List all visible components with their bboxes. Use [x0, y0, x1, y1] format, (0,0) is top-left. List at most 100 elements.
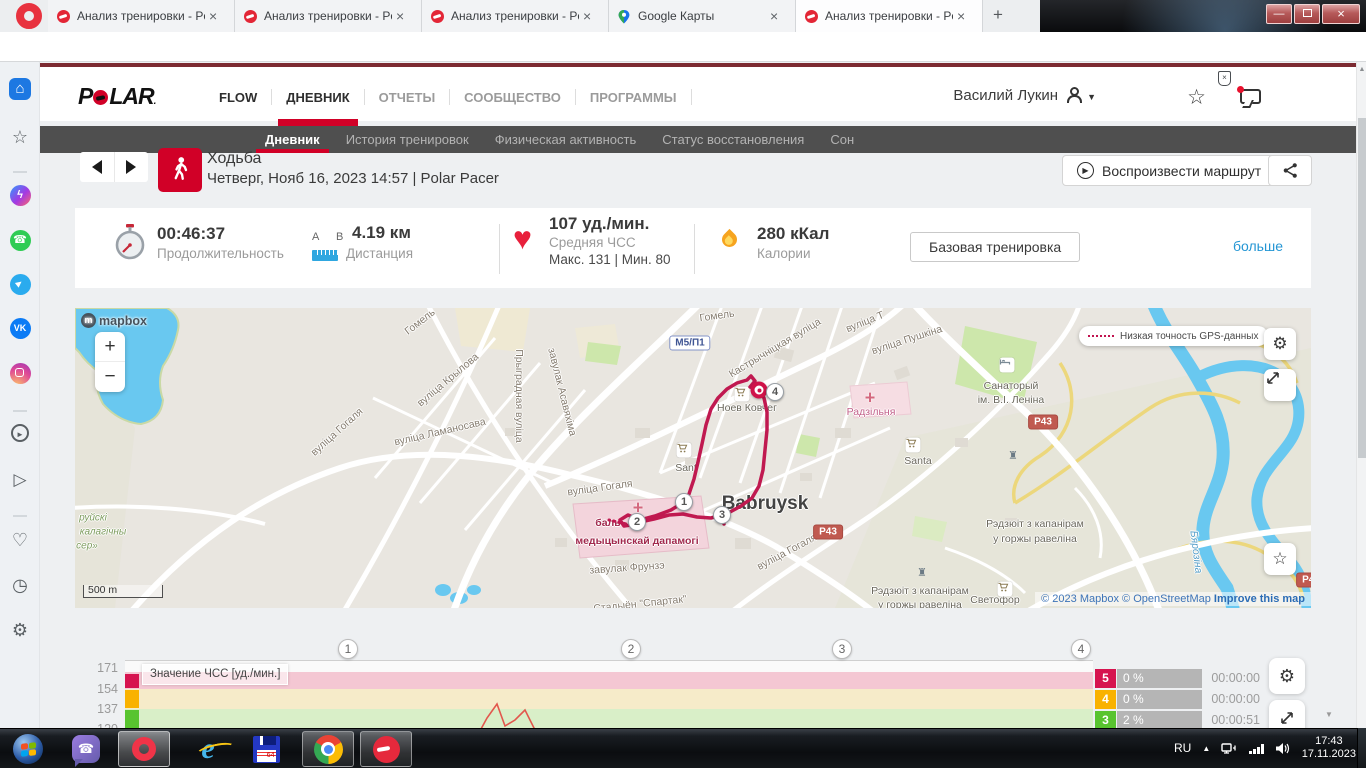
more-link[interactable]: больше: [1233, 238, 1283, 254]
subnav-item[interactable]: Статус восстановления: [649, 126, 817, 153]
prev-session-button[interactable]: [80, 152, 115, 182]
play-route-button[interactable]: ▶ Воспроизвести маршрут: [1062, 155, 1277, 186]
browser-tab[interactable]: Анализ тренировки - Pola×: [48, 0, 235, 32]
subnav-item[interactable]: Физическая активность: [482, 126, 650, 153]
start-button[interactable]: [8, 731, 48, 767]
sidebar-item-settings[interactable]: ⚙: [0, 619, 40, 641]
page-scrollbar[interactable]: ▲: [1356, 62, 1366, 728]
taskbar-floppy-app[interactable]: 64: [244, 731, 288, 767]
sidebar-item-my-flow[interactable]: ▷: [0, 469, 40, 491]
maximize-button[interactable]: [1294, 4, 1320, 24]
map-expand-button[interactable]: [1264, 369, 1296, 401]
browser-tab[interactable]: Google Карты ×: [609, 0, 796, 32]
scroll-up-arrow[interactable]: ▲: [1357, 66, 1366, 73]
polar-header: P LAR. FLOW ДНЕВНИК ОТЧЕТЫ СООБЩЕСТВО ПРОГРАМ…: [40, 67, 1356, 153]
sidebar-item-whatsapp[interactable]: ☎: [0, 230, 40, 251]
volume-icon[interactable]: [1275, 742, 1291, 755]
divider: [0, 507, 40, 525]
nav-item-программы[interactable]: ПРОГРАММЫ: [576, 90, 691, 105]
sidebar-item-bookmarks[interactable]: ☆: [0, 126, 40, 148]
nav-item-дневник[interactable]: ДНЕВНИК: [272, 90, 363, 128]
sidebar-item-player[interactable]: ►: [0, 424, 40, 442]
favorites-star-icon[interactable]: ☆: [1187, 85, 1206, 110]
messenger-icon: ϟ: [9, 185, 31, 206]
sidebar-item-history[interactable]: ◷: [0, 574, 40, 596]
sidebar-item-telegram[interactable]: ►: [0, 274, 40, 295]
network-plug-icon[interactable]: [1221, 742, 1238, 755]
tab-close-icon[interactable]: ×: [392, 1, 408, 31]
sidebar-item-favorites[interactable]: ♡: [0, 529, 40, 551]
polar-favicon: [805, 9, 818, 23]
polar-favicon: [57, 9, 70, 23]
collapse-arrow-icon[interactable]: ▼: [1325, 710, 1333, 719]
y-axis-tick: 171: [97, 661, 118, 675]
user-menu[interactable]: Василий Лукин ▼: [953, 87, 1096, 104]
mapbox-credit[interactable]: © 2023 Mapbox: [1041, 593, 1119, 605]
chart-settings-button[interactable]: ⚙: [1269, 658, 1305, 694]
subnav-item[interactable]: История тренировок: [333, 126, 482, 153]
flame-icon: [718, 228, 741, 251]
zoom-out-button[interactable]: −: [95, 362, 125, 392]
prev-icon: [91, 160, 102, 174]
history-icon: ◷: [12, 575, 28, 595]
browser-tab[interactable]: Анализ тренировки - Pola×: [796, 0, 983, 32]
subnav-item[interactable]: Дневник: [252, 126, 333, 153]
tray-clock[interactable]: 17:43 17.11.2023: [1302, 735, 1356, 761]
chart-expand-button[interactable]: [1269, 700, 1305, 728]
language-indicator[interactable]: RU: [1174, 741, 1191, 755]
tab-close-icon[interactable]: ×: [579, 1, 595, 31]
nav-item-отчеты[interactable]: ОТЧЕТЫ: [365, 90, 450, 105]
session-datetime: Четверг, Нояб 16, 2023 14:57 | Polar Pac…: [207, 170, 499, 187]
subnav-item[interactable]: Сон: [817, 126, 867, 153]
taskbar-viber[interactable]: ☎: [64, 731, 108, 767]
show-desktop-button[interactable]: [1357, 728, 1366, 768]
training-benefit-button[interactable]: Базовая тренировка: [910, 232, 1081, 262]
chevron-down-icon: ▼: [1087, 92, 1096, 102]
windows-logo-icon: [13, 734, 43, 764]
improve-map-link[interactable]: Improve this map: [1214, 593, 1305, 605]
mapbox-logo[interactable]: m mapbox: [81, 313, 147, 328]
scroll-thumb[interactable]: [1358, 118, 1366, 458]
route-end-marker: [750, 381, 768, 399]
tab-close-icon[interactable]: ×: [205, 1, 221, 31]
adblock-shield-icon[interactable]: ×: [1218, 71, 1231, 86]
taskbar-polar-flowsync[interactable]: [360, 731, 412, 767]
share-button[interactable]: [1268, 155, 1312, 186]
sidebar-item-messenger[interactable]: ϟ: [0, 185, 40, 206]
nav-item-flow[interactable]: FLOW: [205, 90, 271, 105]
divider: [694, 224, 695, 274]
tab-title: Анализ тренировки - Pola: [77, 9, 205, 23]
map-favorite-button[interactable]: ☆: [1264, 543, 1296, 575]
notifications-icon[interactable]: [1237, 86, 1261, 104]
next-session-button[interactable]: [115, 152, 149, 182]
minimize-button[interactable]: —: [1266, 4, 1292, 24]
mapbox-wordmark: mapbox: [99, 313, 147, 328]
browser-tab[interactable]: Анализ тренировки - Pola×: [235, 0, 422, 32]
signal-bars-icon[interactable]: [1249, 743, 1264, 754]
taskbar-opera[interactable]: [118, 731, 170, 767]
chart-km-marker: 4: [1071, 639, 1091, 659]
tab-close-icon[interactable]: ×: [953, 1, 969, 31]
nav-item-сообщество[interactable]: СООБЩЕСТВО: [450, 90, 575, 105]
km-marker: 3: [713, 506, 731, 524]
player-icon: ►: [11, 424, 29, 442]
sidebar-item-vk[interactable]: VK: [0, 318, 40, 339]
new-tab-button[interactable]: +: [983, 0, 1013, 32]
sidebar-item-speed-dial[interactable]: ⌂: [0, 78, 40, 100]
tab-close-icon[interactable]: ×: [766, 1, 782, 31]
close-button[interactable]: ×: [1322, 4, 1360, 24]
polar-logo[interactable]: P LAR.: [78, 83, 156, 110]
chart-km-marker: 2: [621, 639, 641, 659]
sidebar-item-instagram[interactable]: [0, 363, 40, 389]
taskbar-chrome[interactable]: [302, 731, 354, 767]
route-map[interactable]: m mapbox + − Низкая точность GPS-данных ⚙…: [75, 308, 1311, 608]
hidden-icons-arrow[interactable]: ▲: [1202, 744, 1210, 753]
opera-logo-icon[interactable]: [16, 3, 42, 29]
osm-credit[interactable]: © OpenStreetMap: [1122, 593, 1211, 605]
divider-icon: [13, 514, 27, 517]
browser-tab[interactable]: Анализ тренировки - Pola×: [422, 0, 609, 32]
notification-dot: [1237, 86, 1244, 93]
map-settings-button[interactable]: ⚙: [1264, 328, 1296, 360]
taskbar-internet-explorer[interactable]: e: [186, 731, 238, 767]
zoom-in-button[interactable]: +: [95, 332, 125, 362]
